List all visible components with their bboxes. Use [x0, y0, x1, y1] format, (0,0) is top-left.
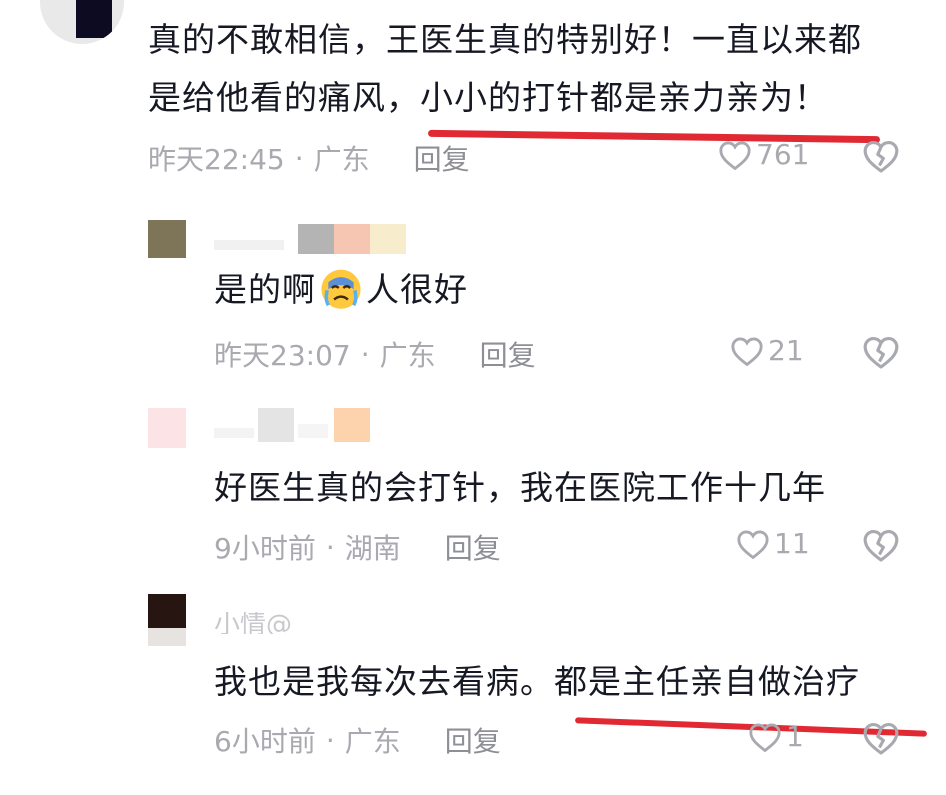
reply-button[interactable]: 回复 — [414, 138, 470, 178]
username-blurred[interactable] — [214, 224, 414, 254]
comment-meta: 6小时前 · 广东 回复 — [214, 720, 501, 760]
reply-button[interactable]: 回复 — [445, 720, 501, 760]
like-count: 11 — [774, 527, 810, 560]
like-count: 1 — [786, 720, 804, 753]
like-button[interactable]: 21 — [730, 334, 804, 367]
comment-text-part: 人很好 — [366, 270, 468, 309]
comment-text-part: 是的啊 — [214, 270, 316, 309]
comment-text-line: 是给他看的痛风，小小的打针都是亲力亲为！ — [148, 78, 828, 117]
separator: · — [360, 337, 370, 371]
red-underline-annotation — [427, 129, 881, 144]
like-button[interactable]: 761 — [718, 138, 809, 171]
reply-button[interactable]: 回复 — [480, 334, 536, 374]
comment-location: 广东 — [313, 143, 370, 176]
crying-face-emoji — [321, 269, 361, 309]
comment-text: 我也是我每次去看病。都是主任亲自做治疗 — [214, 662, 860, 701]
like-count: 761 — [756, 138, 810, 171]
broken-heart-icon[interactable] — [862, 527, 900, 563]
username-blurred[interactable] — [214, 408, 384, 442]
username-text: 小情@ — [214, 612, 293, 634]
reply-button[interactable]: 回复 — [445, 527, 501, 567]
separator: · — [294, 141, 304, 175]
heart-outline-icon — [737, 530, 769, 559]
comment-meta: 昨天22:45 · 广东 回复 — [148, 138, 470, 178]
heart-outline-icon — [719, 141, 751, 170]
avatar[interactable] — [148, 594, 186, 646]
avatar[interactable] — [40, 0, 124, 44]
comment-meta: 9小时前 · 湖南 回复 — [214, 527, 501, 567]
comment-location: 广东 — [344, 725, 401, 758]
avatar[interactable] — [148, 220, 186, 258]
broken-heart-icon[interactable] — [862, 334, 900, 370]
avatar[interactable] — [148, 408, 186, 448]
comment-text: 好医生真的会打针，我在医院工作十几年 — [214, 468, 826, 507]
broken-heart-icon[interactable] — [862, 720, 900, 756]
comment-location: 湖南 — [344, 532, 401, 565]
separator: · — [325, 530, 335, 564]
like-button[interactable]: 11 — [736, 527, 810, 560]
heart-outline-icon — [749, 723, 781, 752]
username-partial[interactable]: 小情@ — [214, 612, 314, 634]
comment-time: 6小时前 — [214, 725, 316, 758]
like-button[interactable]: 1 — [748, 720, 804, 753]
like-count: 21 — [768, 334, 804, 367]
separator: · — [325, 723, 335, 757]
comment-location: 广东 — [379, 339, 436, 372]
comment-time: 昨天23:07 — [214, 339, 351, 372]
comment-time: 9小时前 — [214, 532, 316, 565]
comment-text-line: 真的不敢相信，王医生真的特别好！一直以来都 — [148, 20, 862, 59]
comment-meta: 昨天23:07 · 广东 回复 — [214, 334, 536, 374]
heart-outline-icon — [731, 337, 763, 366]
comment-time: 昨天22:45 — [148, 143, 285, 176]
broken-heart-icon[interactable] — [862, 138, 900, 174]
comment-text: 是的啊 人很好 — [214, 262, 468, 318]
